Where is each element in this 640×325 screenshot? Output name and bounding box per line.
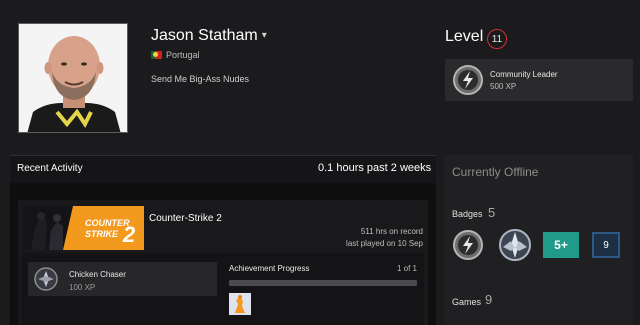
level-label: Level	[445, 28, 484, 45]
level-badge[interactable]: 11	[487, 29, 507, 49]
years-badge-icon[interactable]: 9	[592, 232, 620, 258]
featured-badge-title: Community Leader	[490, 70, 558, 79]
games-link[interactable]: Games	[452, 297, 481, 307]
achievement-name: Chicken Chaser	[69, 270, 126, 279]
cs-logo-icon	[229, 293, 251, 315]
game-name-link[interactable]: Counter-Strike 2	[149, 213, 222, 224]
recent-activity-hours: 0.1 hours past 2 weeks	[318, 162, 432, 174]
cs2-capsule-art: COUNTER STRIKE 2	[23, 206, 144, 250]
portugal-flag-icon	[151, 51, 162, 59]
unlocked-achievement-thumb[interactable]	[229, 293, 251, 315]
badges-count: 5	[488, 205, 496, 220]
profile-name[interactable]: Jason Statham ▾	[151, 27, 267, 45]
avatar-photo	[19, 24, 127, 132]
achievement-progress-label: Achievement Progress	[229, 264, 310, 273]
wings-badge-icon[interactable]	[497, 227, 533, 268]
country-label: Portugal	[166, 50, 200, 60]
last-played: last played on 10 Sep	[346, 239, 423, 248]
name-dropdown-icon[interactable]: ▾	[262, 30, 267, 41]
recent-activity-title: Recent Activity	[17, 163, 83, 174]
capsule-text-2: STRIKE	[85, 229, 119, 239]
games-count: 9	[485, 292, 493, 307]
online-status: Currently Offline	[452, 165, 539, 179]
lightning-badge-icon	[452, 64, 484, 101]
game-capsule-image[interactable]: COUNTER STRIKE 2	[23, 206, 144, 250]
achievement-progress-fill	[229, 280, 417, 286]
five-plus-badge-icon[interactable]: 5+	[543, 232, 579, 258]
hours-on-record: 511 hrs on record	[360, 227, 423, 236]
avatar[interactable]	[18, 23, 128, 133]
achievement-progress-count: 1 of 1	[396, 264, 417, 273]
achievement-xp: 100 XP	[69, 283, 96, 292]
featured-badge-xp: 500 XP	[490, 82, 517, 91]
profile-summary: Send Me Big-Ass Nudes	[151, 74, 250, 84]
featured-badge[interactable]	[445, 59, 633, 101]
lightning-badge-icon[interactable]	[452, 229, 484, 266]
achievement-progress-bar	[229, 280, 417, 286]
profile-name-text: Jason Statham	[151, 27, 258, 44]
achievement-icon	[34, 267, 58, 296]
capsule-number: 2	[122, 222, 136, 247]
profile-country: Portugal	[151, 50, 200, 60]
badges-link[interactable]: Badges	[452, 209, 483, 219]
achievement-item[interactable]	[28, 262, 217, 296]
